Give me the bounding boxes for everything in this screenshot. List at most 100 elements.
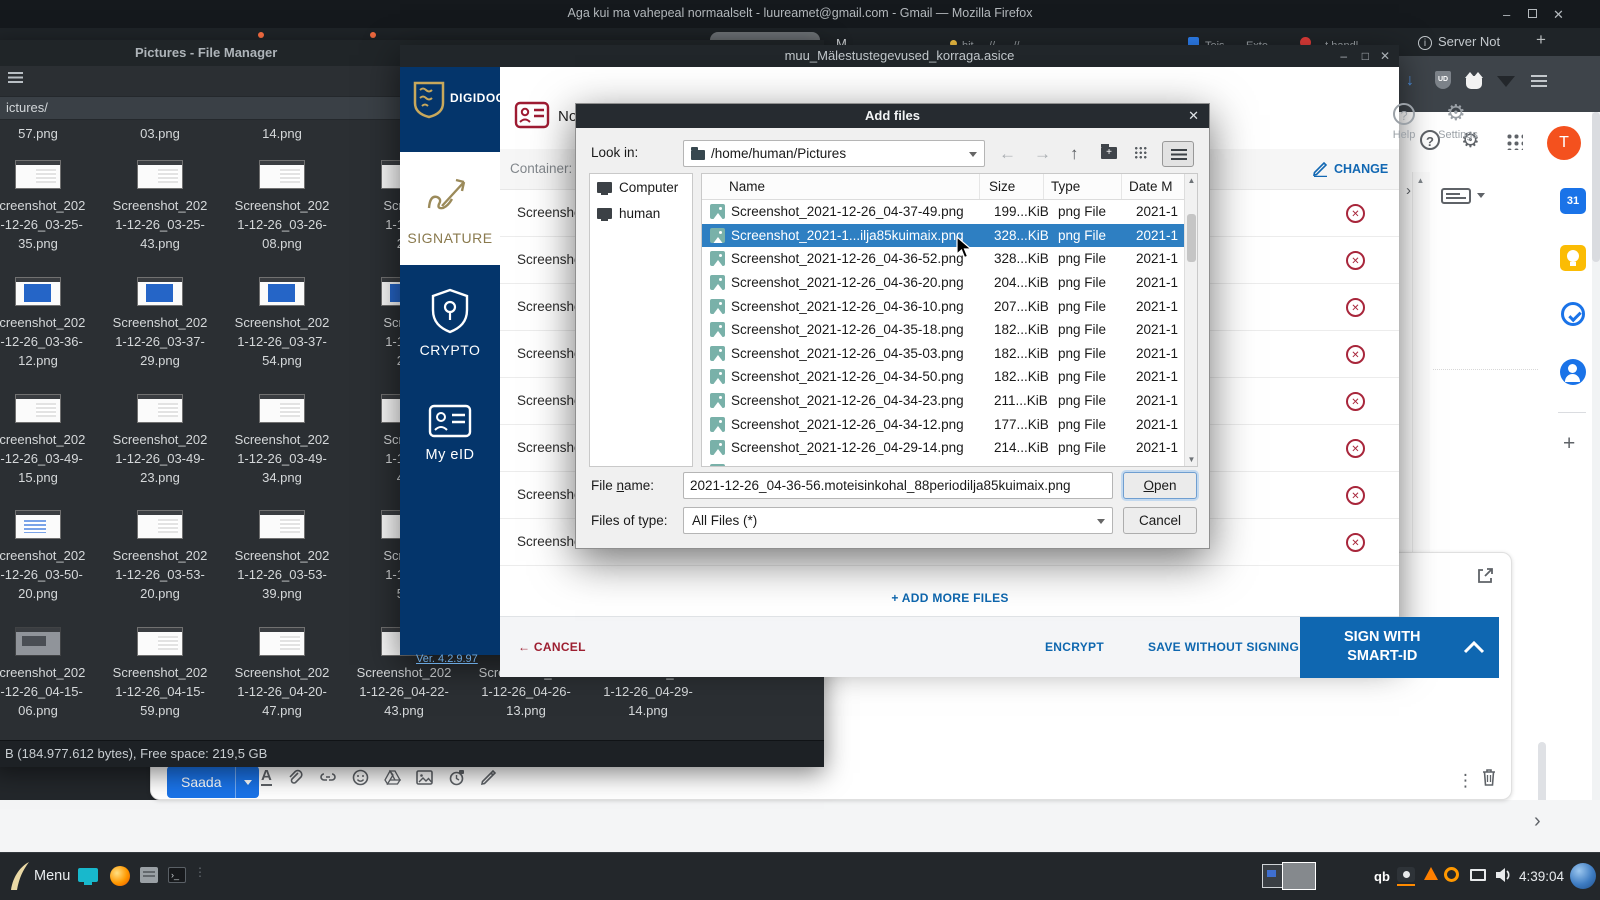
file-row[interactable]: Screenshot_2021-12-26_04-35-03.png 182..… bbox=[702, 342, 1184, 366]
tab-crypto[interactable]: CRYPTO bbox=[400, 272, 500, 377]
cancel-button[interactable]: Cancel bbox=[1123, 507, 1197, 534]
downloader-tray-icon[interactable] bbox=[1444, 867, 1459, 882]
display-tray-icon[interactable] bbox=[1470, 869, 1486, 881]
file-grid-item[interactable]: Screenshot_202 1-12-26_03-25- 43.png bbox=[99, 160, 221, 253]
container-file-name[interactable]: Screensho bbox=[517, 440, 582, 455]
adblock-shield-icon[interactable]: UD bbox=[1435, 71, 1451, 89]
remove-file-icon[interactable] bbox=[1346, 251, 1365, 270]
open-button[interactable]: Open bbox=[1123, 472, 1197, 499]
file-row[interactable]: Screenshot_2021-12-26_04-29-14.png 214..… bbox=[702, 436, 1184, 460]
globe-tray-icon[interactable] bbox=[1570, 863, 1596, 889]
scrollbar-thumb[interactable] bbox=[1187, 214, 1196, 262]
container-file-name[interactable]: Screensho bbox=[517, 346, 582, 361]
firefox-launcher-icon[interactable] bbox=[110, 866, 130, 886]
remove-file-icon[interactable] bbox=[1346, 345, 1365, 364]
remove-file-icon[interactable] bbox=[1346, 439, 1365, 458]
container-file-name[interactable]: Screensho bbox=[517, 487, 582, 502]
menu-button[interactable]: Menu bbox=[34, 868, 70, 884]
digidoc-titlebar[interactable]: muu_Mälestustegevused_korraga.asice – □ … bbox=[400, 45, 1399, 67]
file-row[interactable] bbox=[702, 460, 1184, 466]
file-row[interactable]: Screenshot_2021-12-26_04-34-23.png 211..… bbox=[702, 389, 1184, 413]
file-grid-item[interactable]: Screenshot_202 1-12-26_03-49- 23.png bbox=[99, 394, 221, 487]
new-folder-icon[interactable]: + bbox=[1101, 144, 1117, 159]
list-view-button[interactable] bbox=[1162, 141, 1194, 167]
add-addon-plus-icon[interactable]: + bbox=[1563, 432, 1575, 456]
place-item[interactable]: Computer bbox=[590, 174, 692, 200]
encrypt-link[interactable]: ENCRYPT bbox=[1045, 640, 1104, 654]
send-options-caret[interactable] bbox=[235, 766, 259, 798]
file-row[interactable]: Screenshot_2021-1...ilja85kuimaix.png 32… bbox=[702, 223, 1184, 248]
restore-icon[interactable] bbox=[1528, 9, 1537, 18]
calendar-icon[interactable]: 31 bbox=[1560, 188, 1586, 214]
screen-recorder-tray-icon[interactable] bbox=[1397, 867, 1415, 886]
keyboard-icon[interactable] bbox=[1441, 188, 1471, 204]
icon-view-icon[interactable] bbox=[1134, 146, 1148, 160]
file-grid-item[interactable]: Screenshot_202 1-12-26_03-53- 39.png bbox=[221, 510, 343, 603]
save-without-signing-link[interactable]: SAVE WITHOUT SIGNING bbox=[1148, 640, 1299, 654]
file-grid-item[interactable]: Screenshot_202 1-12-26_03-50- 20.png bbox=[0, 510, 99, 603]
look-in-combobox[interactable]: /home/human/Pictures bbox=[683, 140, 985, 167]
minimize-icon[interactable]: – bbox=[1340, 49, 1347, 63]
file-name-fragment[interactable]: 03.png bbox=[99, 124, 221, 143]
hamburger-menu-icon[interactable] bbox=[1531, 75, 1547, 87]
text-format-icon[interactable]: A bbox=[261, 768, 272, 786]
file-grid-item[interactable]: Screenshot_202 1-12-26_03-37- 29.png bbox=[99, 277, 221, 370]
attach-icon[interactable] bbox=[287, 769, 304, 786]
dialog-titlebar[interactable]: Add files ✕ bbox=[576, 104, 1209, 128]
emoji-icon[interactable] bbox=[352, 769, 369, 786]
insert-photo-icon[interactable] bbox=[416, 769, 433, 785]
vlc-tray-icon[interactable] bbox=[1424, 867, 1438, 880]
contacts-icon[interactable] bbox=[1560, 359, 1586, 385]
confidential-mode-icon[interactable] bbox=[448, 769, 465, 786]
remove-file-icon[interactable] bbox=[1346, 486, 1365, 505]
discard-trash-icon[interactable] bbox=[1481, 768, 1497, 787]
insert-link-icon[interactable] bbox=[319, 769, 337, 786]
file-row[interactable]: Screenshot_2021-12-26_04-37-49.png 199..… bbox=[702, 200, 1184, 224]
whisker-menu-icon[interactable] bbox=[8, 861, 30, 891]
terminal-launcher-icon[interactable]: ›_ bbox=[168, 867, 186, 883]
file-list-scrollbar[interactable]: ▲ ▼ bbox=[1184, 174, 1197, 466]
sign-with-smart-id-button[interactable]: SIGN WITH SMART-ID bbox=[1300, 617, 1499, 678]
volume-icon[interactable] bbox=[1494, 866, 1512, 884]
place-item[interactable]: human bbox=[590, 200, 692, 226]
cat-extension-icon[interactable] bbox=[1465, 72, 1483, 89]
cancel-link[interactable]: ← CANCEL bbox=[518, 640, 586, 654]
close-icon[interactable]: ✕ bbox=[1188, 108, 1199, 124]
tasks-icon[interactable] bbox=[1561, 302, 1585, 326]
file-grid-item[interactable]: Screenshot_202 1-12-26_03-37- 54.png bbox=[221, 277, 343, 370]
container-file-name[interactable]: Screensho bbox=[517, 534, 582, 549]
close-icon[interactable]: ✕ bbox=[1380, 49, 1390, 63]
container-file-name[interactable]: Screensho bbox=[517, 205, 582, 220]
version-link[interactable]: Ver. 4.2.9.97 bbox=[416, 653, 478, 665]
scroll-down-icon[interactable]: ▼ bbox=[1185, 455, 1197, 464]
more-options-icon[interactable]: ⋮ bbox=[1457, 771, 1474, 791]
signature-pen-icon[interactable] bbox=[480, 769, 497, 786]
workspace-2[interactable] bbox=[1282, 862, 1316, 890]
file-grid-item[interactable]: Screenshot_202 1-12-26_03-49- 15.png bbox=[0, 394, 99, 487]
file-row[interactable]: Screenshot_2021-12-26_04-36-52.png 328..… bbox=[702, 247, 1184, 271]
new-tab-button[interactable]: + bbox=[1536, 30, 1546, 50]
file-grid-item[interactable]: Screenshot_202 1-12-26_04-15- 59.png bbox=[99, 627, 221, 720]
add-more-files-link[interactable]: + ADD MORE FILES bbox=[600, 591, 1300, 605]
remove-file-icon[interactable] bbox=[1346, 204, 1365, 223]
container-file-name[interactable]: Screensho bbox=[517, 252, 582, 267]
keyboard-caret-icon[interactable] bbox=[1477, 193, 1485, 198]
file-manager-launcher-icon[interactable] bbox=[140, 867, 158, 883]
desktop-launcher-icon[interactable] bbox=[78, 868, 98, 885]
change-link[interactable]: CHANGE bbox=[1334, 162, 1388, 176]
remove-file-icon[interactable] bbox=[1346, 298, 1365, 317]
file-name-input[interactable]: 2021-12-26_04-36-56.moteisinkohal_88peri… bbox=[683, 472, 1113, 499]
pop-out-icon[interactable] bbox=[1477, 567, 1494, 584]
window-scrollbar-thumb[interactable] bbox=[1592, 112, 1600, 262]
file-grid-item[interactable]: Screenshot_202 1-12-26_03-49- 34.png bbox=[221, 394, 343, 487]
file-grid-item[interactable]: Screenshot_202 1-12-26_03-25- 35.png bbox=[0, 160, 99, 253]
help-icon[interactable]: ? bbox=[1393, 103, 1415, 125]
file-row[interactable]: Screenshot_2021-12-26_04-36-20.png 204..… bbox=[702, 271, 1184, 295]
tab-signature[interactable]: SIGNATURE bbox=[400, 152, 500, 265]
help-label[interactable]: Help bbox=[1373, 129, 1435, 141]
file-grid-item[interactable]: Screenshot_202 1-12-26_03-26- 08.png bbox=[221, 160, 343, 253]
file-row[interactable]: Screenshot_2021-12-26_04-34-50.png 182..… bbox=[702, 365, 1184, 389]
settings-label[interactable]: Settings bbox=[1427, 129, 1489, 141]
tab-my-eid[interactable]: My eID bbox=[400, 392, 500, 492]
scroll-up-icon[interactable]: ▲ bbox=[1185, 176, 1197, 185]
